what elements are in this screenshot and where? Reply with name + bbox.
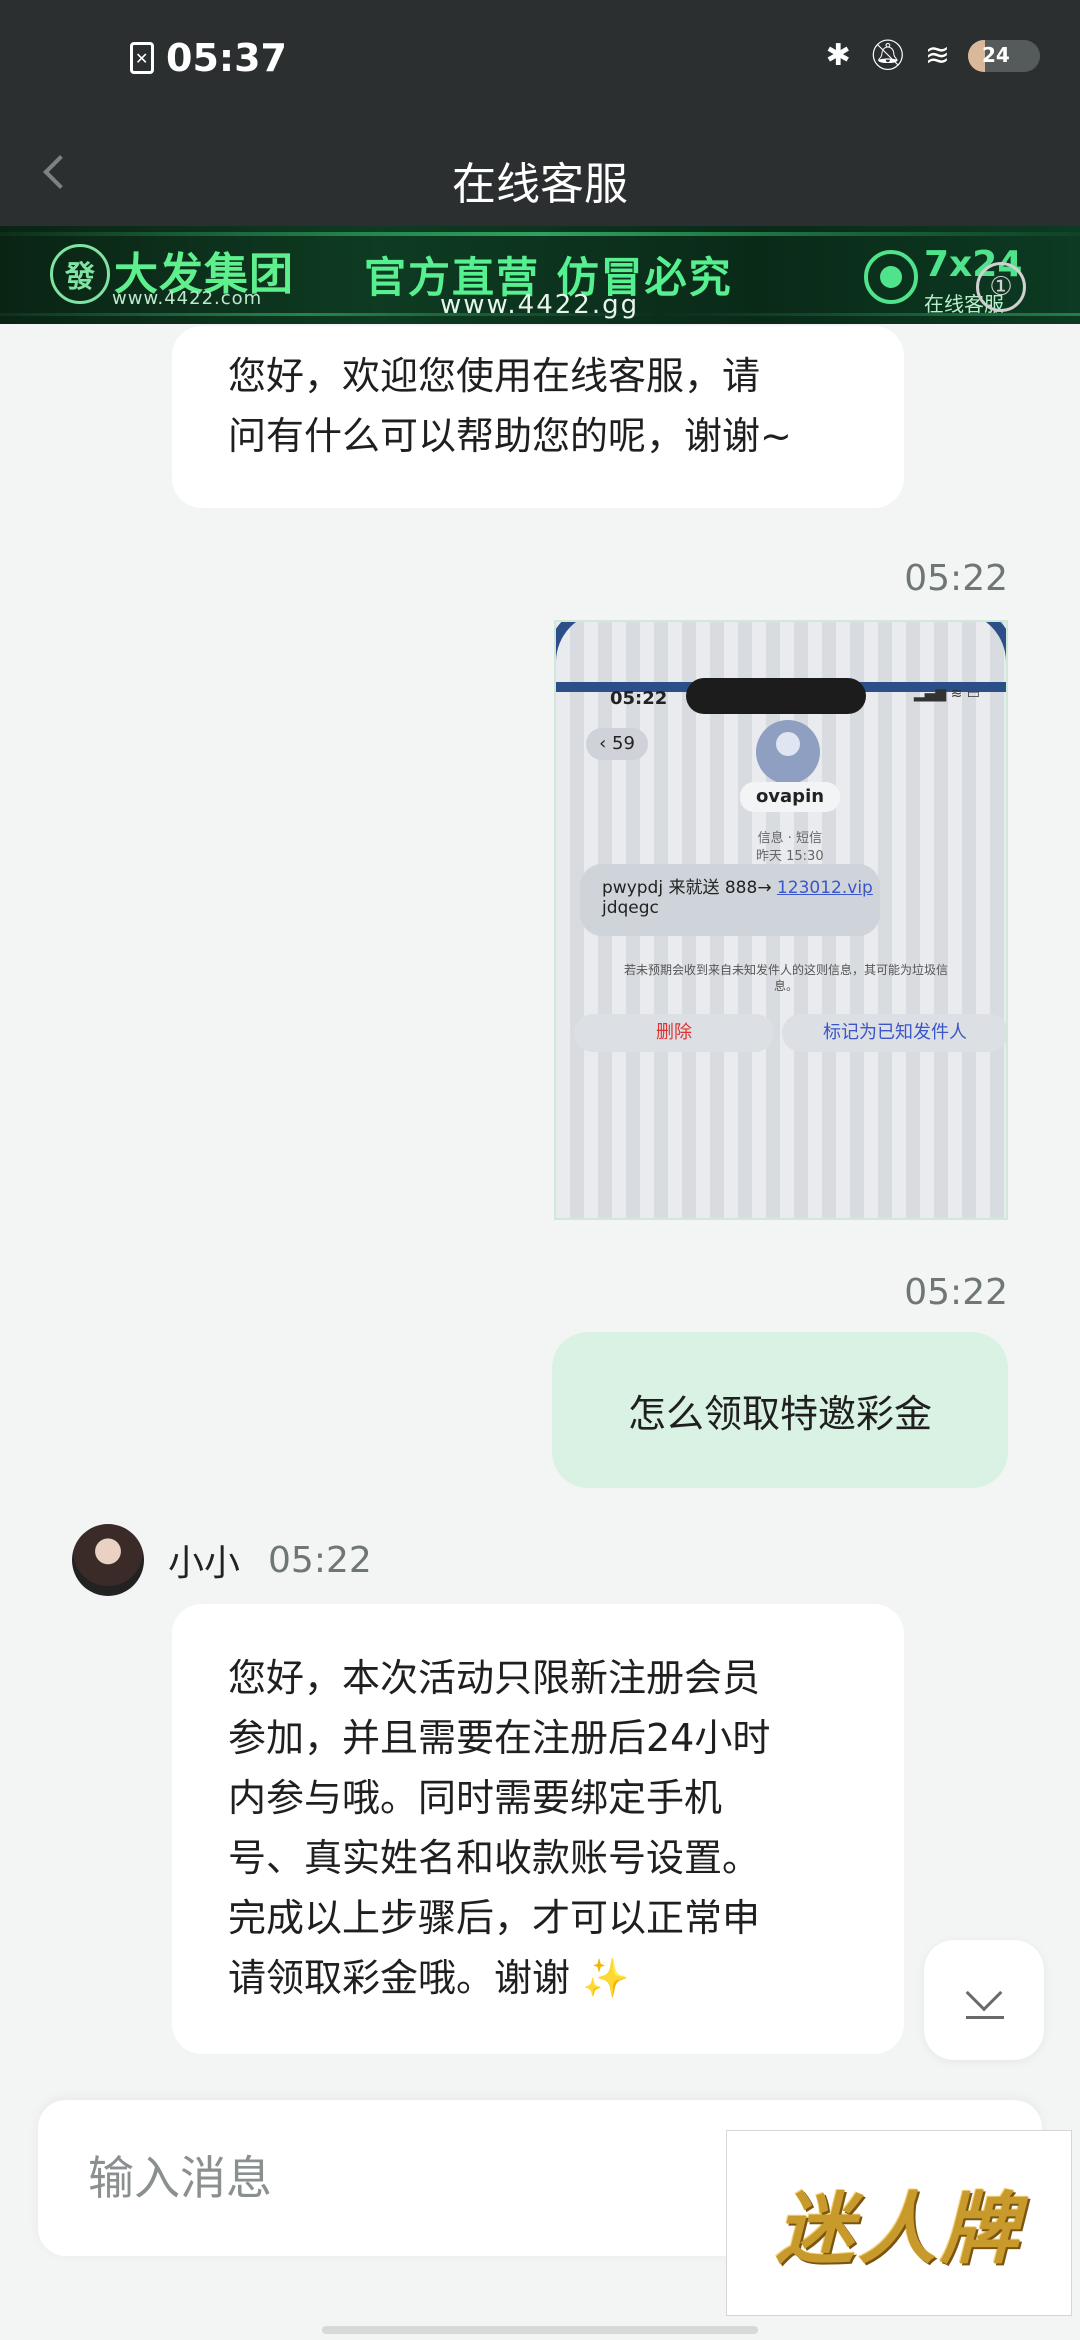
message-line: 您好，本次活动只限新注册会员 [228,1656,761,1700]
message-line: 请领取彩金哦。谢谢 ✨ [228,1948,848,2008]
battery-icon: 24 [968,39,1040,72]
screenshot-time: 05:22 [610,688,668,709]
bottom-bar-icon [966,2016,1004,2019]
chevron-down-icon [965,1974,1003,2012]
screenshot-note: 若未预期会收到来自未知发件人的这则信息，其可能为垃圾信息。 [623,963,948,993]
banner-close-button[interactable]: ① [976,262,1026,312]
agent-header: 小小 05:22 [72,1524,372,1596]
bell-off-icon: 🔕︎ [868,38,907,73]
dynamic-island [686,678,866,714]
watermark-logo: 迷人牌 [726,2130,1072,2316]
watermark-text: 迷人牌 [775,2184,1022,2275]
screenshot-sms-text: jdqegc [602,898,659,918]
avatar[interactable] [72,1524,144,1596]
page-title: 在线客服 [452,159,628,210]
message-timestamp: 05:22 [904,558,1008,599]
battery-percent: 24 [982,42,1010,67]
banner-url: www.4422.gg [440,290,640,320]
screenshot-delete-button: 删除 [574,1014,774,1052]
no-sim-icon [130,42,154,74]
screenshot-sms-text: pwypdj 来就送 888→ [602,878,777,898]
message-line: 参加，并且需要在注册后24小时 [228,1716,771,1760]
status-time: 05:37 [166,36,287,80]
brand-logo: 發 [50,244,110,304]
status-left: 05:37 [130,36,287,80]
message-input[interactable] [88,2148,748,2208]
message-text: 怎么领取特邀彩金 [627,1391,932,1436]
screenshot-sms-link: 123012.vip [776,878,873,898]
agent-name: 小小 [168,1543,241,1584]
sparkle-emoji: ✨ [582,1956,630,2000]
screenshot-contact-avatar [756,720,820,784]
message-line: 完成以上步骤后，才可以正常申 [228,1896,761,1940]
promo-banner[interactable]: 發 大发集团 www.4422.com 官方直营 仿冒必究 www.4422.g… [0,226,1080,324]
message-line: 内参与哦。同时需要绑定手机 [228,1776,723,1820]
home-indicator[interactable] [322,2326,758,2334]
headset-icon [864,250,918,304]
status-bar: 05:37 ✱ 🔕︎ ≋ 24 [0,0,1080,120]
message-line: 您好，欢迎您使用在线客服，请 [228,354,761,398]
user-message-bubble: 怎么领取特邀彩金 [552,1332,1008,1488]
message-line: 号、真实姓名和收款账号设置。 [228,1836,761,1880]
screenshot-contact-name: ovapin [740,782,840,812]
message-timestamp: 05:22 [904,1272,1008,1313]
status-right: ✱ 🔕︎ ≋ 24 [826,38,1040,73]
nav-bar: 在线客服 [0,120,1080,226]
screenshot-sms: pwypdj 来就送 888→ 123012.vip jdqegc [580,864,880,936]
message-text: 请领取彩金哦。谢谢 [228,1956,583,2000]
wifi-icon: ≋ [924,38,950,73]
screenshot-meta: 信息 · 短信 昨天 15:30 [756,830,824,866]
image-message[interactable]: 05:22 ▂▄▆ ≋ ▭ ‹ 59 ovapin 信息 · 短信 昨天 15:… [554,620,1008,1220]
screenshot-back-count: 59 [612,733,635,754]
message-timestamp: 05:22 [268,1539,372,1581]
screenshot-status-icons: ▂▄▆ ≋ ▭ [913,686,980,702]
screenshot-mark-button: 标记为已知发件人 [782,1014,1006,1052]
agent-greeting-bubble: 您好，欢迎您使用在线客服，请 问有什么可以帮助您的呢，谢谢~ [172,326,904,508]
screenshot-meta-line: 信息 · 短信 [757,831,822,846]
screenshot-back-badge: ‹ 59 [586,728,648,760]
bluetooth-icon: ✱ [825,38,851,73]
scroll-to-bottom-button[interactable] [924,1940,1044,2060]
message-line: 问有什么可以帮助您的呢，谢谢~ [228,414,792,458]
brand-url: www.4422.com [112,288,263,309]
agent-reply-bubble: 您好，本次活动只限新注册会员 参加，并且需要在注册后24小时 内参与哦。同时需要… [172,1604,904,2054]
